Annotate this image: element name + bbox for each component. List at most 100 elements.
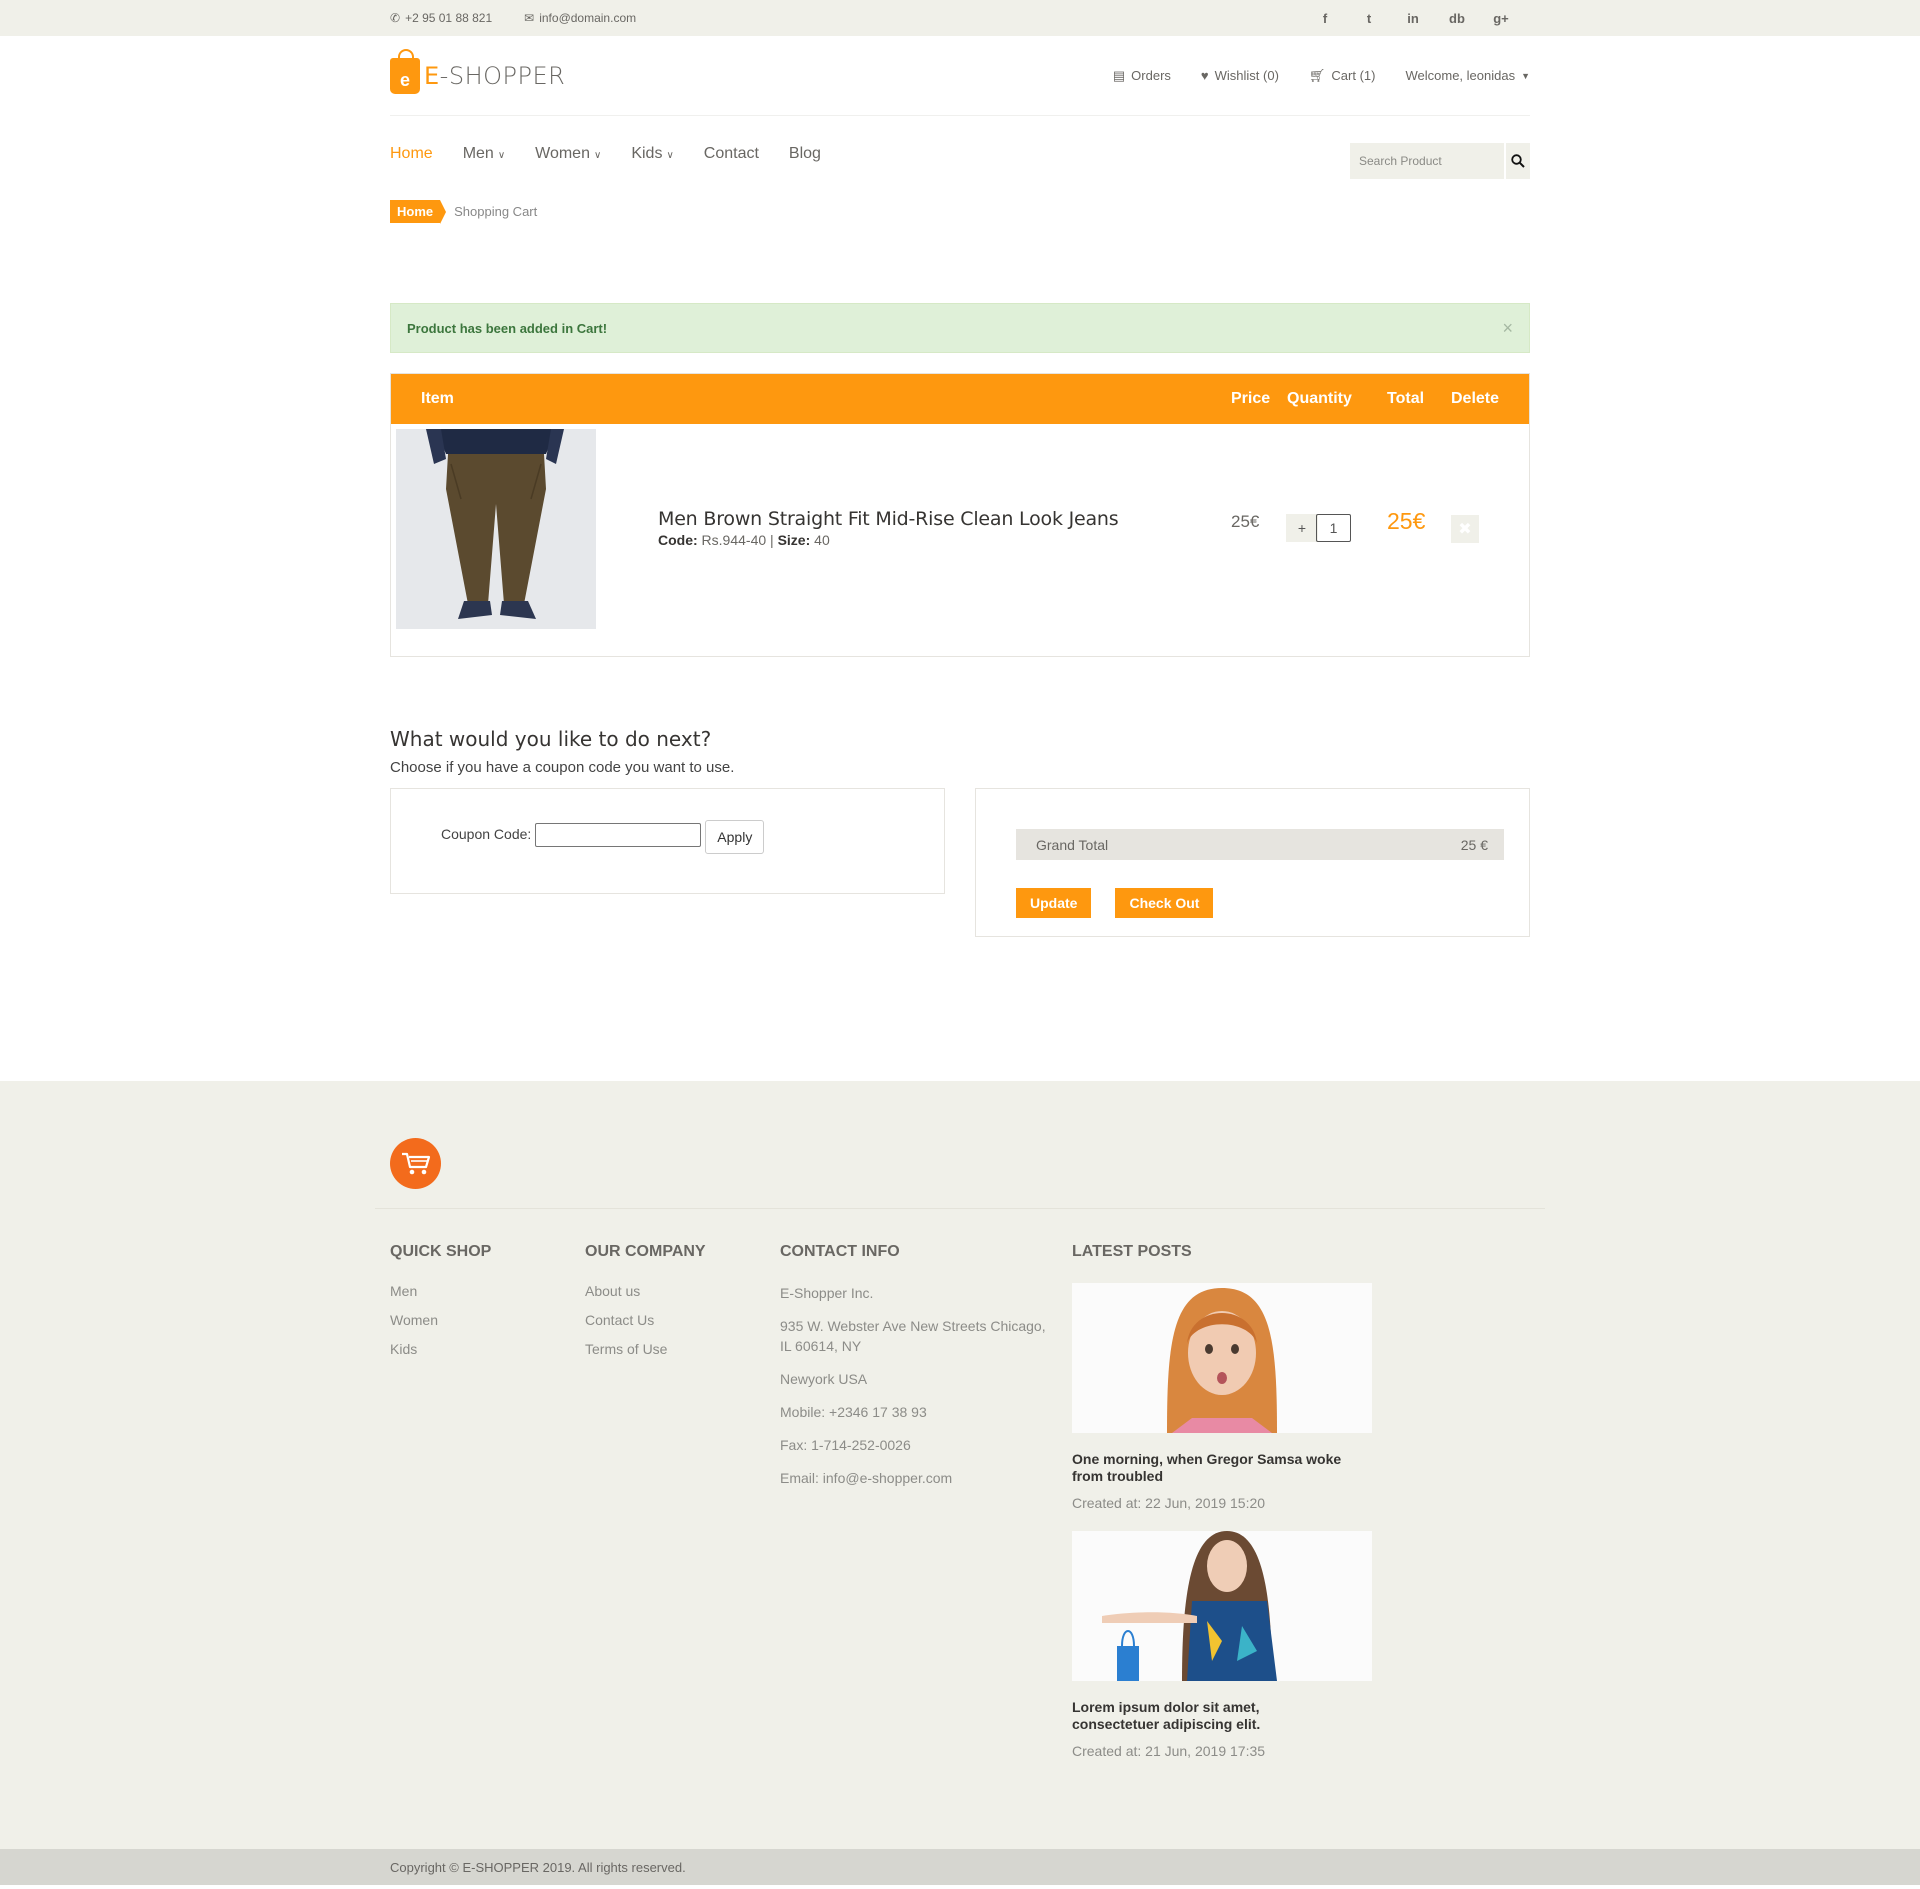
close-icon[interactable]: ×	[1502, 318, 1513, 339]
twitter-icon[interactable]: t	[1358, 11, 1380, 26]
footer-link-men[interactable]: Men	[390, 1283, 491, 1299]
contact-city: Newyork USA	[780, 1371, 868, 1387]
cart-icon: 🛒︎	[1308, 67, 1326, 83]
footer-divider	[375, 1208, 1545, 1209]
nav-men[interactable]: Men ∨	[463, 145, 505, 163]
search-input[interactable]: Search Product	[1350, 143, 1504, 179]
footer-link-women[interactable]: Women	[390, 1312, 491, 1328]
wishlist-link[interactable]: ♥ Wishlist (0)	[1201, 68, 1279, 84]
post-image[interactable]	[1072, 1531, 1372, 1681]
nav-home[interactable]: Home	[390, 145, 433, 163]
checkout-button[interactable]: Check Out	[1115, 888, 1214, 918]
product-image[interactable]	[396, 429, 596, 629]
header-total: Total	[1387, 390, 1425, 407]
post-item: One morning, when Gregor Samsa woke from…	[1072, 1283, 1372, 1511]
contact-mobile: Mobile: +2346 17 38 93	[780, 1404, 927, 1420]
apply-coupon-button[interactable]: Apply	[705, 820, 765, 854]
grand-total-label: Grand Total	[1036, 836, 1109, 853]
quantity-stepper: + 1	[1286, 514, 1351, 542]
heart-icon: ♥	[1200, 68, 1209, 83]
next-steps-subtitle: Choose if you have a coupon code you wan…	[390, 759, 735, 776]
jeans-picture	[396, 429, 596, 629]
breadcrumb-current: Shopping Cart	[454, 204, 538, 219]
search-bar: Search Product	[1350, 143, 1530, 179]
breadcrumb-home[interactable]: Home	[390, 200, 447, 224]
nav-contact[interactable]: Contact	[704, 145, 759, 163]
cart-table-header: Item Price Quantity Total Delete	[391, 374, 1529, 424]
nav-women[interactable]: Women ∨	[535, 145, 601, 163]
envelope-icon: ✉	[524, 11, 535, 25]
account-menu: ▤ Orders ♥ Wishlist (0) 🛒︎ Cart (1) Welcome…	[1113, 68, 1530, 84]
list-icon: ▤	[1112, 67, 1126, 83]
coupon-label: Coupon Code:	[441, 826, 532, 842]
brand-name: E-SHOPPER	[424, 61, 566, 90]
product-total: 25€	[1387, 508, 1426, 534]
contact-fax: Fax: 1-714-252-0026	[780, 1437, 911, 1453]
footer-link-kids[interactable]: Kids	[390, 1341, 491, 1357]
breadcrumb: Home Shopping Cart	[390, 200, 1530, 224]
cart-link[interactable]: 🛒︎ Cart (1)	[1309, 68, 1376, 84]
search-button[interactable]	[1504, 143, 1530, 179]
post-date: Created at: 21 Jun, 2019 17:35	[1072, 1743, 1266, 1759]
user-dropdown[interactable]: Welcome, leonidas ▼	[1405, 68, 1530, 84]
post-title[interactable]: One morning, when Gregor Samsa woke from…	[1072, 1451, 1342, 1485]
search-icon	[1511, 154, 1525, 168]
table-row: Men Brown Straight Fit Mid-Rise Clean Lo…	[391, 424, 1529, 656]
post-image[interactable]	[1072, 1283, 1372, 1433]
post-title[interactable]: Lorem ipsum dolor sit amet, consectetuer…	[1072, 1699, 1342, 1733]
contact-email[interactable]: Email: info@e-shopper.com	[780, 1468, 1050, 1488]
orders-link[interactable]: ▤ Orders	[1113, 68, 1171, 84]
contact-title: CONTACT INFO	[780, 1243, 900, 1260]
coupon-input[interactable]	[535, 823, 702, 847]
chevron-down-icon: ∨	[497, 150, 506, 161]
copyright-bar: Copyright © E-SHOPPER 2019. All rights r…	[0, 1849, 1920, 1885]
post-date: Created at: 22 Jun, 2019 15:20	[1072, 1495, 1266, 1511]
footer: QUICK SHOP Men Women Kids OUR COMPANY Ab…	[0, 1081, 1920, 1849]
phone-contact[interactable]: ✆ +2 95 01 88 821	[390, 11, 492, 25]
next-steps-title: What would you like to do next?	[390, 727, 712, 751]
header-delete: Delete	[1451, 390, 1500, 407]
woman-surprised-picture	[1072, 1283, 1372, 1433]
facebook-icon[interactable]: f	[1314, 11, 1336, 26]
quantity-input[interactable]: 1	[1316, 514, 1351, 542]
coupon-panel: Coupon Code: Apply	[390, 788, 945, 894]
close-icon: ✖	[1458, 521, 1472, 538]
quick-shop-title: QUICK SHOP	[390, 1243, 492, 1260]
email-contact[interactable]: ✉ info@domain.com	[524, 11, 636, 25]
google-plus-icon[interactable]: g+	[1490, 11, 1512, 26]
grand-total-value: 25 €	[1460, 836, 1488, 853]
linkedin-icon[interactable]: in	[1402, 11, 1424, 26]
product-price: 25€	[1231, 512, 1260, 531]
grand-total-row: Grand Total 25 €	[1016, 829, 1504, 860]
logo[interactable]: e E-SHOPPER	[390, 48, 566, 94]
update-button[interactable]: Update	[1016, 888, 1092, 918]
company-title: OUR COMPANY	[585, 1243, 706, 1260]
main-nav: Home Men ∨ Women ∨ Kids ∨ Contact Blog	[390, 145, 821, 163]
top-bar: ✆ +2 95 01 88 821 ✉ info@domain.com f t …	[0, 0, 1920, 36]
header-price: Price	[1231, 390, 1271, 407]
nav-blog[interactable]: Blog	[789, 145, 821, 163]
company-column: OUR COMPANY About us Contact Us Terms of…	[585, 1243, 706, 1370]
nav-kids[interactable]: Kids ∨	[631, 145, 673, 163]
product-meta: Code: Rs.944-40 | Size: 40	[658, 532, 830, 548]
header-bottom: Home Men ∨ Women ∨ Kids ∨ Contact Blog Sear…	[0, 116, 1920, 198]
chevron-down-icon: ∨	[666, 150, 674, 161]
product-name[interactable]: Men Brown Straight Fit Mid-Rise Clean Lo…	[658, 508, 1119, 530]
delete-button[interactable]: ✖	[1451, 515, 1479, 543]
shopping-bag-icon: e	[390, 48, 420, 94]
footer-link-about[interactable]: About us	[585, 1283, 706, 1299]
contact-column: CONTACT INFO E-Shopper Inc. 935 W. Webst…	[780, 1243, 1050, 1501]
woman-shopping-picture	[1072, 1531, 1372, 1681]
latest-posts-column: LATEST POSTS One morning, when Gregor Sa…	[1072, 1243, 1372, 1759]
header-quantity: Quantity	[1287, 390, 1352, 407]
phone-icon: ✆	[390, 11, 401, 25]
footer-link-terms[interactable]: Terms of Use	[585, 1341, 706, 1357]
dribbble-icon[interactable]: db	[1446, 11, 1468, 26]
header-item: Item	[421, 390, 454, 407]
post-item: Lorem ipsum dolor sit amet, consectetuer…	[1072, 1531, 1372, 1759]
totals-panel: Grand Total 25 € Update Check Out	[975, 788, 1530, 937]
footer-link-contact[interactable]: Contact Us	[585, 1312, 706, 1328]
alert-message: Product has been added in Cart!	[407, 320, 608, 336]
contact-company: E-Shopper Inc.	[780, 1285, 874, 1301]
quantity-plus-button[interactable]: +	[1286, 514, 1318, 542]
